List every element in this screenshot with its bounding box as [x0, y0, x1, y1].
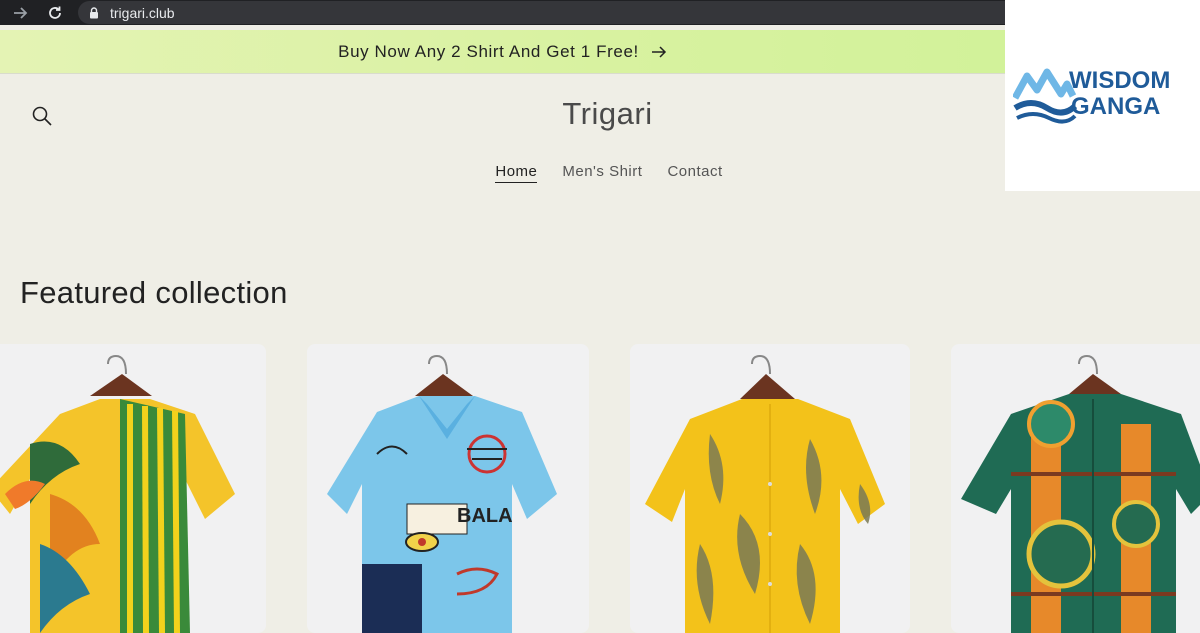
- nav-item-mens-shirt[interactable]: Men's Shirt: [562, 163, 642, 183]
- lock-icon: [88, 6, 100, 19]
- browser-toolbar: trigari.club: [0, 0, 1018, 25]
- product-image: BALA: [327, 354, 557, 633]
- product-image: [0, 354, 235, 633]
- product-image: [961, 354, 1200, 633]
- address-bar[interactable]: trigari.club: [78, 1, 1018, 24]
- product-card[interactable]: [0, 344, 266, 633]
- logo-wordmark: WISDOM GANGA: [1069, 68, 1170, 120]
- url-text: trigari.club: [110, 4, 175, 21]
- reload-icon[interactable]: [44, 2, 66, 24]
- wisdom-ganga-logo: WISDOM GANGA: [1005, 0, 1200, 191]
- logo-line-1: WISDOM: [1069, 67, 1171, 94]
- svg-text:BALA: BALA: [457, 505, 513, 527]
- nav-item-home[interactable]: Home: [495, 163, 538, 183]
- logo-line-2: GANGA: [1071, 93, 1161, 120]
- arrow-right-icon: [651, 45, 667, 59]
- announcement-text: Buy Now Any 2 Shirt And Get 1 Free!: [338, 41, 639, 61]
- section-title: Featured collection: [20, 275, 288, 310]
- wave-logo-icon: [1011, 68, 1078, 124]
- product-card[interactable]: BALA: [307, 344, 589, 633]
- product-card[interactable]: [951, 344, 1200, 633]
- announcement-bar[interactable]: Buy Now Any 2 Shirt And Get 1 Free!: [0, 30, 1005, 74]
- product-card[interactable]: [630, 344, 910, 633]
- nav-item-contact[interactable]: Contact: [667, 163, 722, 183]
- forward-arrow-icon[interactable]: [10, 2, 32, 24]
- product-image: [645, 354, 885, 633]
